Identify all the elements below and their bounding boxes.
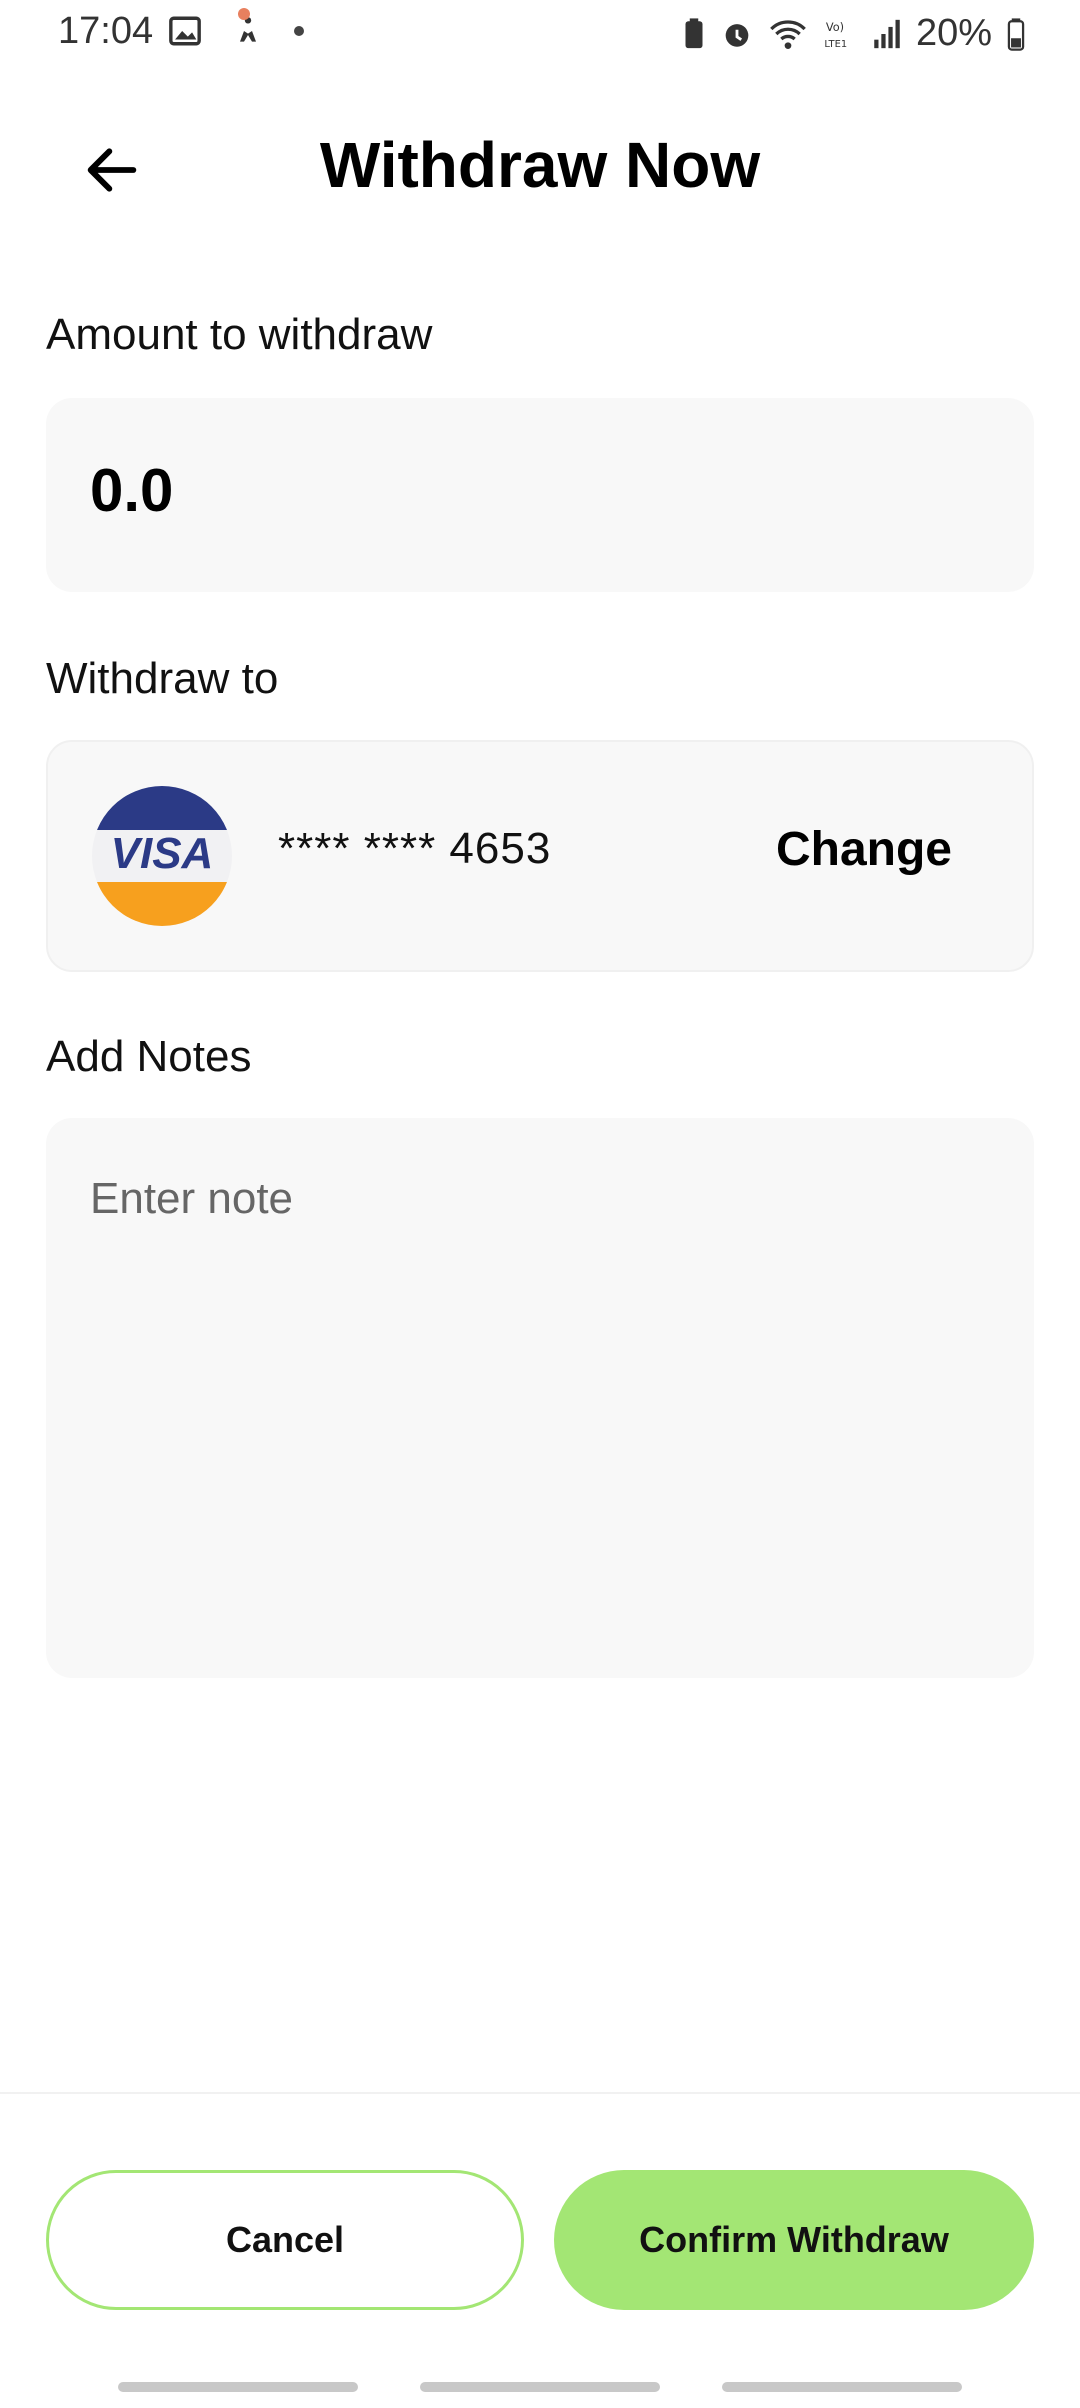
- change-card-button[interactable]: Change: [776, 822, 952, 877]
- payment-card: VISA **** **** 4653 Change: [46, 740, 1034, 972]
- status-icons-left: [168, 14, 304, 48]
- bottom-divider: [0, 2092, 1080, 2094]
- status-time: 17:04: [58, 10, 154, 52]
- notification-dot-icon: [238, 8, 250, 20]
- system-nav-bar: [0, 2382, 1080, 2392]
- battery-saver-icon: [685, 17, 703, 48]
- status-bar: 17:04 Vo) LTE1 20%: [0, 0, 1080, 68]
- accessibility-icon: [240, 17, 256, 42]
- svg-text:VISA: VISA: [111, 829, 214, 878]
- amount-label: Amount to withdraw: [46, 310, 433, 359]
- volte-icon: Vo) LTE1: [824, 20, 847, 50]
- visa-logo-icon: VISA: [92, 786, 232, 926]
- alarm-icon: [725, 23, 749, 47]
- withdraw-to-label: Withdraw to: [46, 654, 279, 703]
- card-number: **** **** 4653: [278, 824, 552, 873]
- page-title: Withdraw Now: [319, 129, 761, 201]
- amount-value: 0.0: [90, 457, 174, 524]
- app-header: Withdraw Now: [0, 112, 1080, 222]
- nav-back-button[interactable]: [722, 2382, 962, 2392]
- svg-text:Vo): Vo): [826, 20, 844, 34]
- more-notifications-icon: [294, 26, 304, 36]
- notes-input[interactable]: [46, 1118, 1034, 1678]
- confirm-withdraw-button[interactable]: Confirm Withdraw: [554, 2170, 1034, 2310]
- wifi-icon: [770, 19, 806, 49]
- cancel-button[interactable]: Cancel: [46, 2170, 524, 2310]
- status-icons-right: Vo) LTE1 20%: [682, 12, 1026, 55]
- battery-icon: [1007, 17, 1025, 51]
- nav-home-button[interactable]: [420, 2382, 660, 2392]
- gallery-icon: [169, 16, 201, 46]
- amount-field[interactable]: 0.0: [46, 398, 1034, 592]
- notes-label: Add Notes: [46, 1032, 252, 1081]
- battery-percent: 20%: [915, 12, 992, 54]
- signal-icon: [874, 19, 900, 48]
- svg-text:LTE1: LTE1: [824, 38, 847, 49]
- notes-container: [46, 1118, 1034, 1678]
- nav-recents-button[interactable]: [118, 2382, 358, 2392]
